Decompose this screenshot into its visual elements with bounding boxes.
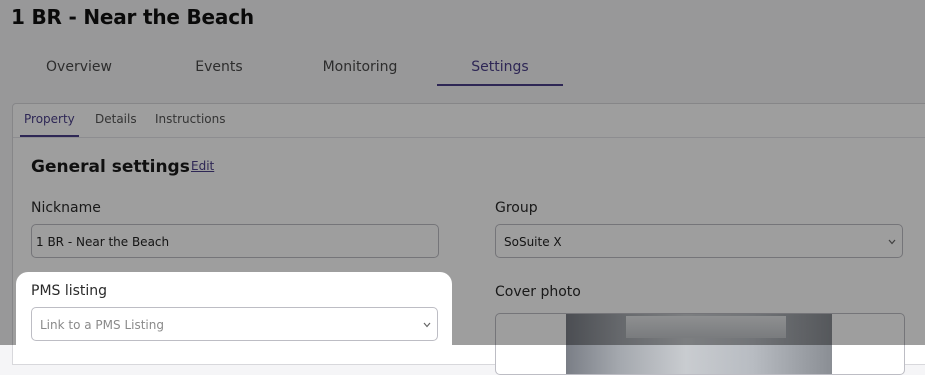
pms-listing-placeholder: Link to a PMS Listing (40, 318, 164, 332)
tab-monitoring[interactable]: Monitoring (305, 50, 415, 84)
sub-tabs: Property Details Instructions (13, 104, 925, 138)
subtab-instructions[interactable]: Instructions (151, 104, 229, 135)
group-label: Group (495, 200, 538, 216)
page-title: 1 BR - Near the Beach (11, 5, 254, 29)
chevron-down-icon (423, 308, 433, 342)
nickname-field[interactable]: 1 BR - Near the Beach (31, 224, 439, 258)
cover-photo-image (566, 314, 832, 374)
tab-events[interactable]: Events (179, 50, 259, 84)
group-value: SoSuite X (504, 235, 562, 249)
subtab-details[interactable]: Details (91, 104, 141, 135)
nickname-label: Nickname (31, 200, 101, 216)
tab-overview[interactable]: Overview (33, 50, 125, 84)
tab-settings[interactable]: Settings (437, 50, 563, 86)
chevron-down-icon (888, 225, 898, 259)
subtab-property[interactable]: Property (20, 104, 79, 137)
edit-link[interactable]: Edit (191, 159, 214, 173)
nickname-value: 1 BR - Near the Beach (36, 235, 170, 249)
section-title: General settings (31, 157, 190, 177)
main-tabs: Overview Events Monitoring Settings (0, 50, 925, 86)
cover-photo-label: Cover photo (495, 284, 581, 300)
group-select[interactable]: SoSuite X (495, 224, 903, 258)
cover-photo[interactable] (495, 313, 905, 375)
pms-listing-select[interactable]: Link to a PMS Listing (31, 307, 438, 341)
pms-listing-label: PMS listing (31, 283, 108, 299)
pms-listing-highlight: PMS listing Link to a PMS Listing (16, 272, 452, 362)
